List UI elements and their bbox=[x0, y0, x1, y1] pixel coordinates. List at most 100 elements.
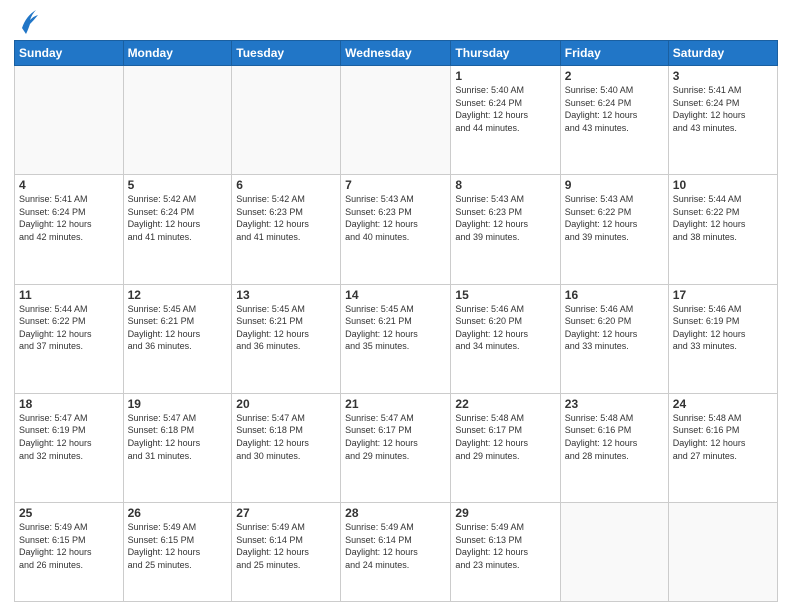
header-day-tuesday: Tuesday bbox=[232, 41, 341, 66]
calendar-cell: 18Sunrise: 5:47 AM Sunset: 6:19 PM Dayli… bbox=[15, 393, 124, 502]
calendar-cell: 6Sunrise: 5:42 AM Sunset: 6:23 PM Daylig… bbox=[232, 175, 341, 284]
calendar-cell: 8Sunrise: 5:43 AM Sunset: 6:23 PM Daylig… bbox=[451, 175, 560, 284]
calendar-cell bbox=[232, 66, 341, 175]
calendar-cell bbox=[15, 66, 124, 175]
calendar-cell: 23Sunrise: 5:48 AM Sunset: 6:16 PM Dayli… bbox=[560, 393, 668, 502]
calendar-week-0: 1Sunrise: 5:40 AM Sunset: 6:24 PM Daylig… bbox=[15, 66, 778, 175]
day-info: Sunrise: 5:45 AM Sunset: 6:21 PM Dayligh… bbox=[128, 303, 228, 353]
calendar-cell: 24Sunrise: 5:48 AM Sunset: 6:16 PM Dayli… bbox=[668, 393, 777, 502]
calendar-cell: 25Sunrise: 5:49 AM Sunset: 6:15 PM Dayli… bbox=[15, 503, 124, 602]
day-info: Sunrise: 5:49 AM Sunset: 6:13 PM Dayligh… bbox=[455, 521, 555, 571]
calendar-cell bbox=[560, 503, 668, 602]
calendar-cell: 17Sunrise: 5:46 AM Sunset: 6:19 PM Dayli… bbox=[668, 284, 777, 393]
header bbox=[14, 10, 778, 36]
day-info: Sunrise: 5:45 AM Sunset: 6:21 PM Dayligh… bbox=[345, 303, 446, 353]
day-number: 23 bbox=[565, 397, 664, 411]
day-number: 21 bbox=[345, 397, 446, 411]
calendar-cell bbox=[341, 66, 451, 175]
calendar-cell: 7Sunrise: 5:43 AM Sunset: 6:23 PM Daylig… bbox=[341, 175, 451, 284]
day-info: Sunrise: 5:47 AM Sunset: 6:19 PM Dayligh… bbox=[19, 412, 119, 462]
day-info: Sunrise: 5:49 AM Sunset: 6:14 PM Dayligh… bbox=[345, 521, 446, 571]
calendar-cell: 10Sunrise: 5:44 AM Sunset: 6:22 PM Dayli… bbox=[668, 175, 777, 284]
header-day-sunday: Sunday bbox=[15, 41, 124, 66]
day-info: Sunrise: 5:44 AM Sunset: 6:22 PM Dayligh… bbox=[673, 193, 773, 243]
calendar-body: 1Sunrise: 5:40 AM Sunset: 6:24 PM Daylig… bbox=[15, 66, 778, 602]
day-info: Sunrise: 5:43 AM Sunset: 6:23 PM Dayligh… bbox=[455, 193, 555, 243]
calendar-cell: 2Sunrise: 5:40 AM Sunset: 6:24 PM Daylig… bbox=[560, 66, 668, 175]
day-number: 8 bbox=[455, 178, 555, 192]
logo bbox=[14, 10, 40, 36]
calendar-cell: 14Sunrise: 5:45 AM Sunset: 6:21 PM Dayli… bbox=[341, 284, 451, 393]
day-info: Sunrise: 5:45 AM Sunset: 6:21 PM Dayligh… bbox=[236, 303, 336, 353]
day-info: Sunrise: 5:49 AM Sunset: 6:15 PM Dayligh… bbox=[19, 521, 119, 571]
day-number: 18 bbox=[19, 397, 119, 411]
header-row: SundayMondayTuesdayWednesdayThursdayFrid… bbox=[15, 41, 778, 66]
day-info: Sunrise: 5:46 AM Sunset: 6:19 PM Dayligh… bbox=[673, 303, 773, 353]
day-number: 28 bbox=[345, 506, 446, 520]
calendar-cell: 15Sunrise: 5:46 AM Sunset: 6:20 PM Dayli… bbox=[451, 284, 560, 393]
calendar-cell: 3Sunrise: 5:41 AM Sunset: 6:24 PM Daylig… bbox=[668, 66, 777, 175]
day-number: 1 bbox=[455, 69, 555, 83]
day-info: Sunrise: 5:41 AM Sunset: 6:24 PM Dayligh… bbox=[673, 84, 773, 134]
day-number: 19 bbox=[128, 397, 228, 411]
day-number: 2 bbox=[565, 69, 664, 83]
day-number: 17 bbox=[673, 288, 773, 302]
calendar-cell: 26Sunrise: 5:49 AM Sunset: 6:15 PM Dayli… bbox=[123, 503, 232, 602]
calendar-week-4: 25Sunrise: 5:49 AM Sunset: 6:15 PM Dayli… bbox=[15, 503, 778, 602]
header-day-wednesday: Wednesday bbox=[341, 41, 451, 66]
calendar-table: SundayMondayTuesdayWednesdayThursdayFrid… bbox=[14, 40, 778, 602]
day-info: Sunrise: 5:43 AM Sunset: 6:23 PM Dayligh… bbox=[345, 193, 446, 243]
day-number: 16 bbox=[565, 288, 664, 302]
day-info: Sunrise: 5:49 AM Sunset: 6:14 PM Dayligh… bbox=[236, 521, 336, 571]
calendar-cell: 12Sunrise: 5:45 AM Sunset: 6:21 PM Dayli… bbox=[123, 284, 232, 393]
calendar-cell: 20Sunrise: 5:47 AM Sunset: 6:18 PM Dayli… bbox=[232, 393, 341, 502]
calendar-cell: 9Sunrise: 5:43 AM Sunset: 6:22 PM Daylig… bbox=[560, 175, 668, 284]
day-number: 3 bbox=[673, 69, 773, 83]
calendar-cell: 16Sunrise: 5:46 AM Sunset: 6:20 PM Dayli… bbox=[560, 284, 668, 393]
header-day-monday: Monday bbox=[123, 41, 232, 66]
day-info: Sunrise: 5:44 AM Sunset: 6:22 PM Dayligh… bbox=[19, 303, 119, 353]
calendar-cell: 13Sunrise: 5:45 AM Sunset: 6:21 PM Dayli… bbox=[232, 284, 341, 393]
calendar-cell bbox=[668, 503, 777, 602]
calendar-header: SundayMondayTuesdayWednesdayThursdayFrid… bbox=[15, 41, 778, 66]
day-info: Sunrise: 5:49 AM Sunset: 6:15 PM Dayligh… bbox=[128, 521, 228, 571]
day-number: 29 bbox=[455, 506, 555, 520]
day-number: 14 bbox=[345, 288, 446, 302]
day-info: Sunrise: 5:47 AM Sunset: 6:18 PM Dayligh… bbox=[236, 412, 336, 462]
calendar-cell: 22Sunrise: 5:48 AM Sunset: 6:17 PM Dayli… bbox=[451, 393, 560, 502]
day-number: 5 bbox=[128, 178, 228, 192]
day-info: Sunrise: 5:47 AM Sunset: 6:18 PM Dayligh… bbox=[128, 412, 228, 462]
day-number: 7 bbox=[345, 178, 446, 192]
day-number: 12 bbox=[128, 288, 228, 302]
day-info: Sunrise: 5:48 AM Sunset: 6:16 PM Dayligh… bbox=[673, 412, 773, 462]
calendar-week-1: 4Sunrise: 5:41 AM Sunset: 6:24 PM Daylig… bbox=[15, 175, 778, 284]
day-info: Sunrise: 5:47 AM Sunset: 6:17 PM Dayligh… bbox=[345, 412, 446, 462]
day-info: Sunrise: 5:48 AM Sunset: 6:17 PM Dayligh… bbox=[455, 412, 555, 462]
calendar-cell: 19Sunrise: 5:47 AM Sunset: 6:18 PM Dayli… bbox=[123, 393, 232, 502]
day-number: 15 bbox=[455, 288, 555, 302]
header-day-saturday: Saturday bbox=[668, 41, 777, 66]
day-info: Sunrise: 5:40 AM Sunset: 6:24 PM Dayligh… bbox=[565, 84, 664, 134]
calendar-cell: 4Sunrise: 5:41 AM Sunset: 6:24 PM Daylig… bbox=[15, 175, 124, 284]
day-number: 11 bbox=[19, 288, 119, 302]
day-info: Sunrise: 5:40 AM Sunset: 6:24 PM Dayligh… bbox=[455, 84, 555, 134]
calendar-cell: 27Sunrise: 5:49 AM Sunset: 6:14 PM Dayli… bbox=[232, 503, 341, 602]
day-number: 6 bbox=[236, 178, 336, 192]
calendar-cell: 29Sunrise: 5:49 AM Sunset: 6:13 PM Dayli… bbox=[451, 503, 560, 602]
day-info: Sunrise: 5:42 AM Sunset: 6:23 PM Dayligh… bbox=[236, 193, 336, 243]
calendar-week-2: 11Sunrise: 5:44 AM Sunset: 6:22 PM Dayli… bbox=[15, 284, 778, 393]
day-number: 22 bbox=[455, 397, 555, 411]
day-number: 9 bbox=[565, 178, 664, 192]
calendar-cell: 5Sunrise: 5:42 AM Sunset: 6:24 PM Daylig… bbox=[123, 175, 232, 284]
calendar-cell: 28Sunrise: 5:49 AM Sunset: 6:14 PM Dayli… bbox=[341, 503, 451, 602]
calendar-cell bbox=[123, 66, 232, 175]
logo-bird-icon bbox=[18, 6, 40, 36]
day-number: 27 bbox=[236, 506, 336, 520]
day-number: 20 bbox=[236, 397, 336, 411]
header-day-friday: Friday bbox=[560, 41, 668, 66]
day-number: 24 bbox=[673, 397, 773, 411]
day-info: Sunrise: 5:46 AM Sunset: 6:20 PM Dayligh… bbox=[565, 303, 664, 353]
day-info: Sunrise: 5:46 AM Sunset: 6:20 PM Dayligh… bbox=[455, 303, 555, 353]
header-day-thursday: Thursday bbox=[451, 41, 560, 66]
day-info: Sunrise: 5:43 AM Sunset: 6:22 PM Dayligh… bbox=[565, 193, 664, 243]
